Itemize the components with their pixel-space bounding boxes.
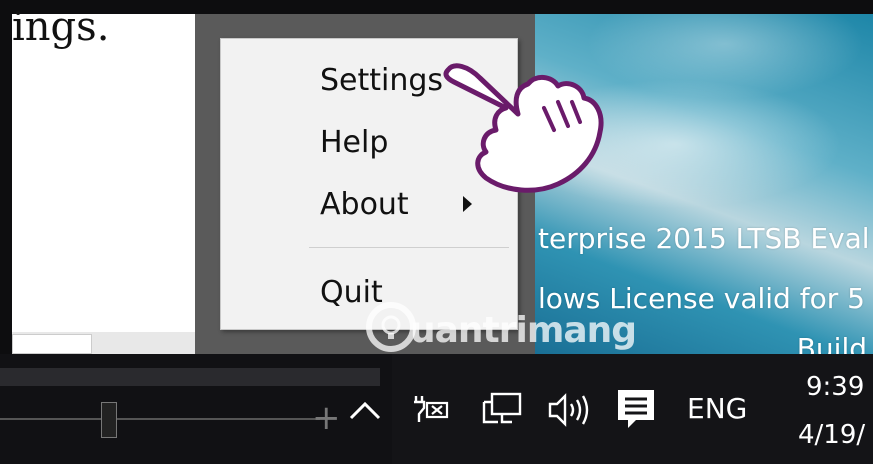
seek-track — [0, 418, 320, 420]
submenu-arrow-icon — [463, 196, 472, 212]
clock-time[interactable]: 9:39 — [806, 372, 864, 402]
document-text: ings. — [12, 4, 110, 50]
menu-item-label: About — [320, 187, 409, 222]
media-player-controls: + — [0, 354, 392, 464]
action-center-icon[interactable] — [616, 388, 656, 436]
seek-slider-handle[interactable] — [101, 402, 117, 438]
site-watermark-text: uantrimang — [410, 310, 637, 351]
menu-item-label: Settings — [320, 63, 444, 98]
build-watermark: Build — [796, 332, 867, 354]
windows-edition-watermark: terprise 2015 LTSB Eval — [538, 222, 870, 255]
player-strip — [0, 368, 380, 386]
language-indicator[interactable]: ENG — [687, 392, 747, 425]
volume-icon[interactable] — [547, 392, 593, 432]
status-field — [12, 334, 92, 354]
battery-charging-icon[interactable] — [410, 394, 450, 428]
pointing-hand-icon — [443, 63, 604, 193]
menu-separator — [309, 247, 509, 248]
clock-date[interactable]: 4/19/ — [798, 420, 865, 450]
network-icon[interactable] — [480, 392, 524, 432]
status-bar — [12, 332, 195, 354]
chevron-up-icon[interactable] — [348, 390, 382, 430]
menu-item-label: Help — [320, 125, 389, 160]
zoom-in-icon[interactable]: + — [312, 398, 341, 438]
taskbar: + ENG 9:39 4/19/ — [0, 354, 873, 464]
